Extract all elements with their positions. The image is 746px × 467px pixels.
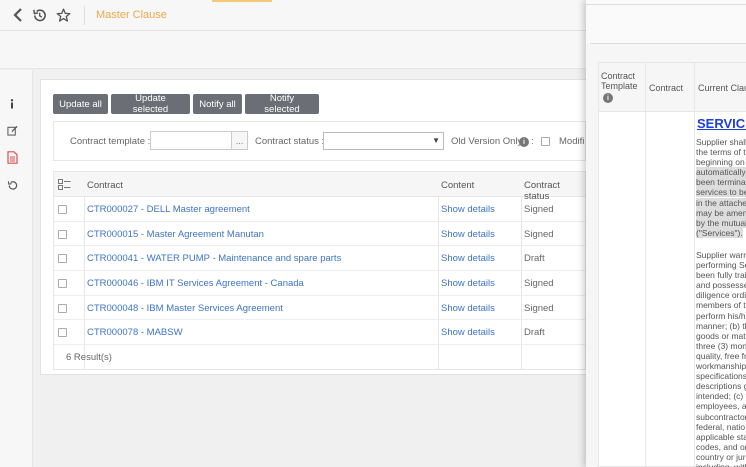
show-details-link[interactable]: Show details (441, 278, 495, 289)
status-text: Signed (524, 228, 554, 240)
row-checkbox[interactable] (58, 205, 67, 214)
column-header-current-clause[interactable]: Current Clau (695, 63, 746, 112)
old-version-checkbox[interactable] (541, 137, 550, 146)
show-details-link[interactable]: Show details (441, 303, 495, 314)
status-text: Signed (524, 302, 554, 314)
row-checkbox[interactable] (58, 279, 67, 289)
show-details-link[interactable]: Show details (441, 253, 495, 264)
contract-template-browse-button[interactable]: ... (231, 131, 248, 150)
side-panel-header (586, 0, 746, 44)
show-details-link[interactable]: Show details (441, 204, 495, 215)
contract-link[interactable]: CTR000046 - IBM IT Services Agreement - … (87, 278, 304, 289)
old-version-info-icon[interactable]: i (519, 137, 529, 147)
back-chevron-left-icon[interactable] (9, 6, 27, 24)
contract-status-label: Contract status : (255, 136, 325, 147)
clause-table: Contract Template i Contract Current Cla… (598, 62, 746, 467)
current-clause-content: SERVICE Supplier shall the terms of t be… (696, 113, 746, 467)
show-details-link[interactable]: Show details (441, 327, 495, 338)
contracts-table: Contract Content Contract status CTR0000… (53, 171, 586, 371)
result-count: 6 Result(s) (66, 352, 112, 364)
table-row: CTR000041 - WATER PUMP - Maintenance and… (54, 246, 585, 272)
contract-template-label: Contract template : (70, 136, 151, 147)
old-version-label: Old Version Only (451, 136, 523, 147)
edit-icon[interactable] (5, 123, 19, 137)
column-divider (645, 112, 646, 466)
clause-text: Supplier shall the terms of t beginning … (696, 137, 746, 168)
divider (586, 4, 746, 5)
clause-paragraph: Supplier shall the terms of t beginning … (696, 137, 746, 238)
contract-link[interactable]: CTR000048 - IBM Master Services Agreemen… (87, 303, 283, 314)
row-checkbox[interactable] (58, 229, 67, 239)
status-text: Draft (524, 253, 545, 265)
clause-title: SERVICE (697, 116, 746, 131)
contract-status-select[interactable]: ▼ (323, 132, 444, 150)
status-text: Signed (524, 204, 554, 215)
divider (590, 43, 746, 44)
table-footer: 6 Result(s) (54, 345, 585, 369)
document-icon[interactable] (5, 150, 19, 164)
update-selected-button[interactable]: Update selected (111, 93, 190, 115)
column-header-contract[interactable]: Contract (87, 180, 123, 191)
column-divider (694, 112, 695, 466)
columns-icon[interactable] (58, 179, 71, 193)
row-checkbox[interactable] (58, 328, 67, 338)
column-header-contract[interactable]: Contract (646, 63, 694, 112)
page-title: Master Clause (96, 9, 167, 21)
favorite-star-icon[interactable] (54, 6, 72, 24)
row-checkbox[interactable] (58, 303, 67, 313)
clause-side-panel: Contract Template i Contract Current Cla… (586, 0, 746, 467)
contract-link[interactable]: CTR000078 - MABSW (87, 327, 183, 338)
table-row: CTR000078 - MABSW Show details Draft (54, 320, 585, 346)
table-row: CTR000048 - IBM Master Services Agreemen… (54, 296, 585, 321)
clause-highlighted-text: automatically been terminat services to … (696, 167, 746, 238)
notify-selected-button[interactable]: Notify selected (245, 93, 319, 115)
table-row: CTR000046 - IBM IT Services Agreement - … (54, 271, 585, 296)
modified-label: Modifi (559, 136, 585, 147)
table-row: CTR000027 - DELL Master agreement Show d… (54, 197, 585, 222)
status-text: Draft (524, 327, 545, 339)
column-header-content[interactable]: Content (441, 180, 474, 191)
contract-link[interactable]: CTR000027 - DELL Master agreement (87, 204, 250, 215)
row-checkbox[interactable] (58, 254, 67, 264)
info-icon[interactable] (5, 97, 19, 111)
notify-all-button[interactable]: Notify all (193, 94, 242, 114)
top-accent-line (212, 0, 272, 2)
update-all-button[interactable]: Update all (53, 94, 108, 114)
table-row: CTR000015 - Master Agreement Manutan Sho… (54, 222, 585, 247)
template-info-icon[interactable]: i (603, 93, 613, 103)
old-version-colon: : (531, 136, 534, 147)
contract-template-input[interactable] (150, 131, 232, 150)
column-header-contract-template[interactable]: Contract Template i (599, 63, 645, 112)
top-divider (84, 6, 85, 25)
left-rail (0, 70, 33, 467)
clause-paragraph-warranty: Supplier warra performing Se been fully … (696, 250, 746, 467)
contract-link[interactable]: CTR000015 - Master Agreement Manutan (87, 229, 264, 240)
show-details-link[interactable]: Show details (441, 229, 495, 240)
history-icon[interactable] (30, 6, 48, 24)
table-header: Contract Content Contract status (54, 172, 585, 202)
status-text: Signed (524, 278, 554, 290)
undo-icon[interactable] (5, 178, 19, 192)
contract-link[interactable]: CTR000041 - WATER PUMP - Maintenance and… (87, 253, 341, 264)
dropdown-arrow-icon: ▼ (432, 136, 440, 145)
